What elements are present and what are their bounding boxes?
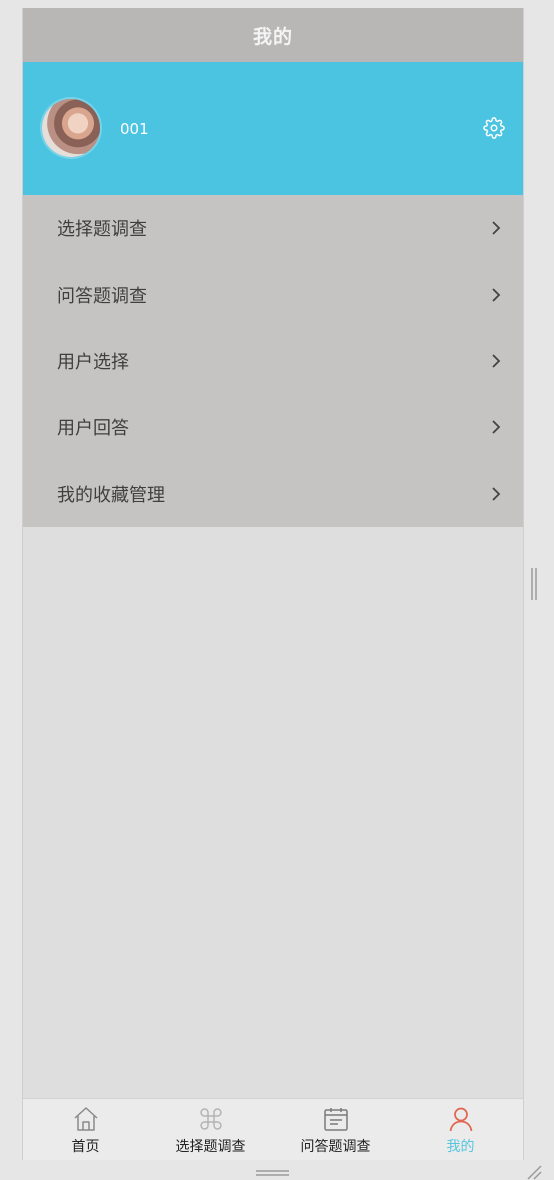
menu-item-label: 选择题调查 (57, 219, 147, 241)
menu-item-qa-survey[interactable]: 问答题调查 (23, 261, 523, 327)
menu-item-label: 我的收藏管理 (57, 484, 165, 506)
menu-item-user-choice[interactable]: 用户选择 (23, 328, 523, 394)
profile-header: 001 (23, 62, 523, 195)
tab-label: 我的 (446, 1139, 475, 1155)
menu-item-favorites[interactable]: 我的收藏管理 (23, 461, 523, 527)
chevron-right-icon (492, 221, 501, 235)
menu-item-label: 用户回答 (57, 418, 129, 440)
chevron-right-icon (492, 420, 501, 434)
user-icon (449, 1107, 472, 1132)
menu-item-user-answer[interactable]: 用户回答 (23, 394, 523, 460)
calendar-icon (323, 1108, 348, 1131)
drag-handle-icon[interactable] (256, 1170, 289, 1176)
menu-list: 选择题调查 问答题调查 用户选择 用户回答 我的收藏管理 (23, 195, 523, 527)
menu-item-label: 用户选择 (57, 351, 129, 373)
gear-icon[interactable] (483, 117, 505, 139)
tab-home[interactable]: 首页 (23, 1099, 148, 1160)
tab-mine[interactable]: 我的 (398, 1099, 523, 1160)
chevron-right-icon (492, 287, 501, 302)
tab-label: 选择题调查 (175, 1139, 246, 1155)
command-icon (199, 1108, 222, 1130)
chevron-right-icon (492, 354, 501, 368)
tab-label: 问答题调查 (300, 1139, 371, 1155)
resize-corner-icon[interactable] (526, 1164, 542, 1180)
avatar[interactable] (42, 99, 100, 157)
menu-item-label: 问答题调查 (57, 285, 147, 307)
tab-qa-survey[interactable]: 问答题调查 (273, 1099, 398, 1160)
nav-bar: 我的 (23, 8, 523, 62)
username: 001 (120, 120, 149, 138)
chevron-right-icon (492, 487, 501, 501)
tab-choice-survey[interactable]: 选择题调查 (148, 1099, 273, 1160)
page-title: 我的 (252, 25, 293, 48)
menu-item-choice-survey[interactable]: 选择题调查 (23, 195, 523, 261)
tab-label: 首页 (71, 1139, 100, 1155)
tab-bar: 首页 选择题调查 问答题调查 我的 (23, 1098, 523, 1160)
phone-screen: 我的 001 选择题调查 问答题调查 用户选择 用户回答 我的收藏管理 首页 选… (22, 8, 524, 1160)
home-icon (73, 1107, 98, 1131)
resize-grip-icon[interactable] (530, 567, 538, 601)
